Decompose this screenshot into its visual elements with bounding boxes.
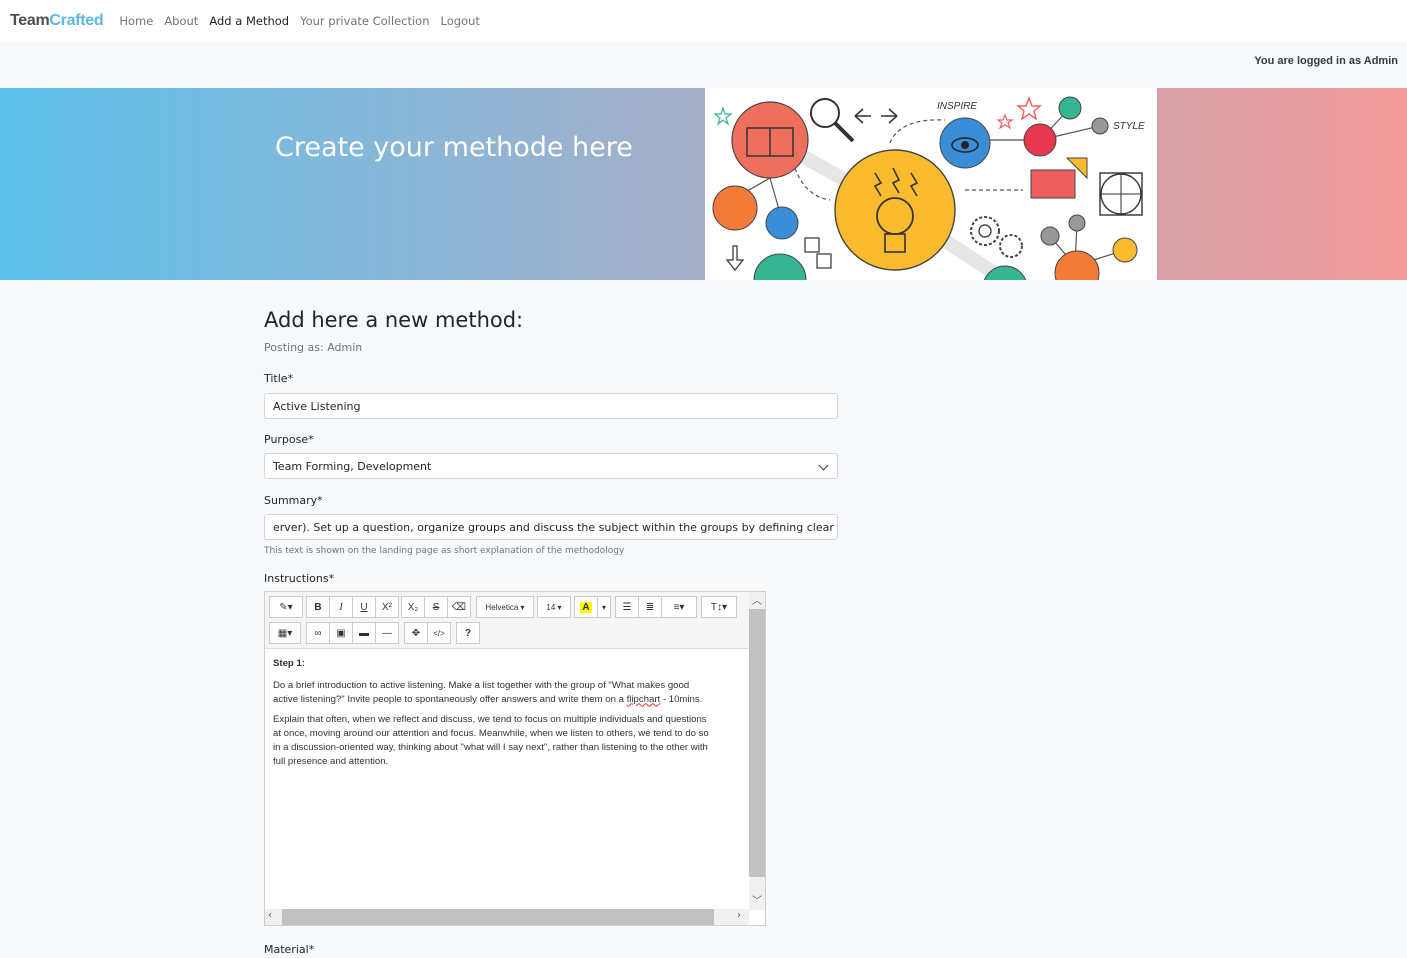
title-input[interactable]: Active Listening <box>264 393 838 419</box>
instruction-paragraph-1: Do a brief introduction to active listen… <box>273 679 751 707</box>
hero-title: Create your methode here <box>275 132 633 163</box>
nav-home[interactable]: Home <box>119 14 153 28</box>
horizontal-scroll-thumb[interactable] <box>282 909 714 925</box>
editor-toolbar: ✎▾ B I U X² X₂ S ⌫ Helvetica ▾ 14 ▾ A ▾ … <box>265 592 749 649</box>
link-icon[interactable]: ∞ <box>306 622 330 644</box>
help-icon[interactable]: ? <box>456 622 480 644</box>
underline-button[interactable]: U <box>352 596 376 618</box>
brand-part-team: Team <box>10 12 50 29</box>
unordered-list-icon[interactable]: ☰ <box>615 596 639 618</box>
material-label: Material* <box>264 943 315 956</box>
p1-line2-start: active listening?" Invite people to spon… <box>273 693 627 705</box>
purpose-label: Purpose* <box>264 433 314 446</box>
align-dropdown-icon[interactable]: ≡▾ <box>661 596 697 618</box>
hero-illustration: INSPIRE STYLE <box>705 88 1157 280</box>
title-input-value: Active Listening <box>273 399 361 413</box>
eraser-icon[interactable]: ⌫ <box>447 596 471 618</box>
nav-about[interactable]: About <box>164 14 198 28</box>
bold-button[interactable]: B <box>306 596 330 618</box>
method-form: Add here a new method: Posting as: Admin… <box>264 300 838 585</box>
scroll-up-icon[interactable]: ︿ <box>752 592 762 607</box>
p2-line3: in a discussion-oriented way, thinking a… <box>273 741 708 753</box>
table-icon[interactable]: ▦▾ <box>269 622 301 644</box>
posting-as: Posting as: Admin <box>264 341 363 354</box>
p2-line2: at once, moving around our attention and… <box>273 728 709 740</box>
code-view-icon[interactable]: </> <box>427 622 451 644</box>
editor-vertical-scrollbar[interactable]: ︿ ﹀ <box>749 592 765 910</box>
p2-line1: Explain that often, when we reflect and … <box>273 714 707 726</box>
line-height-dropdown-icon[interactable]: T↕▾ <box>701 596 737 618</box>
vertical-scroll-thumb[interactable] <box>749 609 765 877</box>
p2-line4: full presence and attention. <box>273 755 389 767</box>
brand-part-crafted: Crafted <box>49 12 104 29</box>
summary-help-text: This text is shown on the landing page a… <box>264 546 625 556</box>
font-size-dropdown[interactable]: 14 ▾ <box>537 596 571 618</box>
superscript-button[interactable]: X² <box>375 596 399 618</box>
subscript-button[interactable]: X₂ <box>401 596 425 618</box>
top-navbar: TeamCrafted Home About Add a Method Your… <box>0 0 1407 42</box>
text-color-button[interactable]: A <box>574 596 598 618</box>
hero-banner: Create your methode here INSPIRE STYLE <box>0 88 1407 280</box>
purpose-select[interactable]: Team Forming, Development <box>264 453 838 479</box>
highlight-a-icon: A <box>580 601 592 613</box>
title-label: Title* <box>264 372 294 385</box>
video-icon[interactable]: ▬ <box>352 622 376 644</box>
login-status: You are logged in as Admin <box>1254 55 1398 67</box>
form-heading: Add here a new method: <box>264 308 524 332</box>
p1-line2-end: - 10mins. <box>660 693 703 705</box>
scroll-down-icon[interactable]: ﹀ <box>752 892 762 907</box>
font-size-value: 14 <box>546 602 556 612</box>
step-heading: Step 1: <box>273 658 305 669</box>
summary-input[interactable]: erver). Set up a question, organize grou… <box>264 514 838 540</box>
scroll-left-icon[interactable]: ‹ <box>268 910 272 921</box>
brand-logo[interactable]: TeamCrafted <box>10 12 104 30</box>
ordered-list-icon[interactable]: ≣ <box>638 596 662 618</box>
strikethrough-button[interactable]: S <box>424 596 448 618</box>
chevron-down-icon <box>818 460 829 471</box>
svg-text:STYLE: STYLE <box>1113 121 1145 132</box>
misspelled-word: flipchart <box>626 693 661 705</box>
nav-add-method[interactable]: Add a Method <box>209 14 289 28</box>
nav-logout[interactable]: Logout <box>441 14 480 28</box>
purpose-select-value: Team Forming, Development <box>273 459 432 473</box>
magic-wand-icon[interactable]: ✎▾ <box>269 596 303 618</box>
horizontal-rule-icon[interactable]: — <box>375 622 399 644</box>
font-family-dropdown[interactable]: Helvetica ▾ <box>476 596 534 618</box>
editor-horizontal-scrollbar[interactable]: ‹ › <box>265 909 749 925</box>
instructions-editor: ✎▾ B I U X² X₂ S ⌫ Helvetica ▾ 14 ▾ A ▾ … <box>264 591 766 926</box>
svg-text:INSPIRE: INSPIRE <box>937 101 977 112</box>
nav-private-collection[interactable]: Your private Collection <box>300 14 429 28</box>
font-family-value: Helvetica <box>485 602 519 612</box>
instruction-paragraph-2: Explain that often, when we reflect and … <box>273 713 751 768</box>
instructions-label: Instructions* <box>264 572 335 585</box>
p1-line1: Do a brief introduction to active listen… <box>273 679 690 691</box>
text-color-dropdown[interactable]: ▾ <box>597 596 611 618</box>
image-icon[interactable]: ▣ <box>329 622 353 644</box>
summary-label: Summary* <box>264 494 323 507</box>
italic-button[interactable]: I <box>329 596 353 618</box>
summary-input-value: erver). Set up a question, organize grou… <box>273 520 838 534</box>
fullscreen-icon[interactable]: ✥ <box>404 622 428 644</box>
scroll-right-icon[interactable]: › <box>737 910 741 921</box>
editor-content[interactable]: Step 1: Do a brief introduction to activ… <box>273 657 751 776</box>
